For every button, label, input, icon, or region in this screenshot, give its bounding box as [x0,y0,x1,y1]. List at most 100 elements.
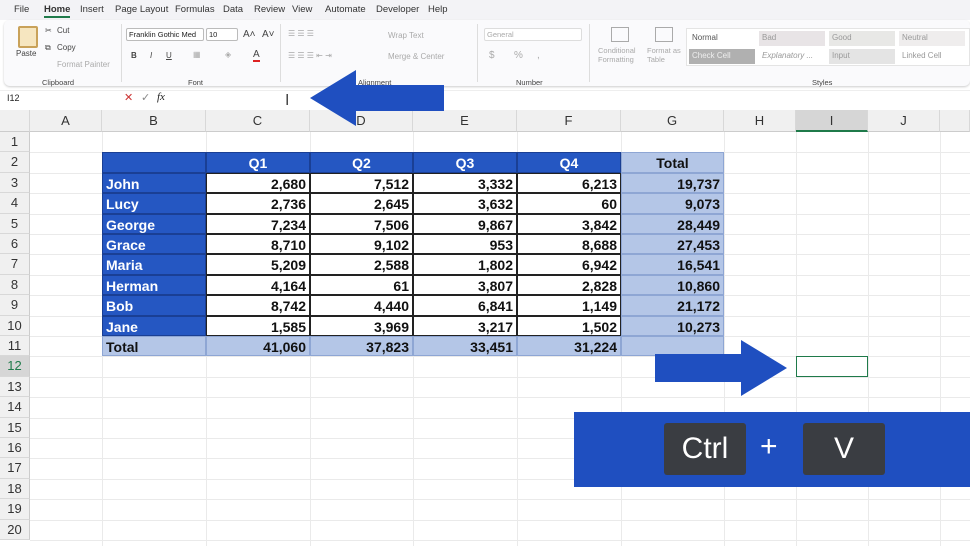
row-header-13[interactable]: 13 [0,376,30,398]
table-cell[interactable]: 8,710 [206,234,310,255]
table-cell[interactable]: 8,742 [206,295,310,316]
menu-developer[interactable]: Developer [376,4,419,15]
format-painter-button[interactable]: Format Painter [57,60,110,69]
align-top-icon[interactable]: ☰ ☰ ☰ [288,29,314,38]
merge-center-button[interactable]: Merge & Center [388,52,444,61]
column-header-J[interactable]: J [868,110,940,132]
font-name-select[interactable]: Franklin Gothic Med [126,28,204,41]
table-cell[interactable]: 10,273 [621,315,724,336]
style-linked-cell[interactable]: Linked Cell [899,49,965,64]
table-cell[interactable]: 9,073 [621,193,724,214]
font-size-select[interactable]: 10 [206,28,238,41]
row-name[interactable]: Lucy [102,193,206,214]
table-cell[interactable]: 3,632 [413,193,517,214]
table-cell[interactable]: 28,449 [621,213,724,234]
row-name[interactable]: George [102,213,206,234]
menu-review[interactable]: Review [254,4,285,15]
conditional-formatting-icon[interactable] [611,27,629,42]
style-check-cell[interactable]: Check Cell [689,49,755,64]
table-cell[interactable]: 21,172 [621,295,724,316]
row-header-8[interactable]: 8 [0,274,30,296]
menu-file[interactable]: File [14,4,29,15]
row-header-9[interactable]: 9 [0,295,30,316]
name-box[interactable]: I12 [4,92,108,106]
table-cell[interactable]: 3,332 [413,172,517,194]
table-cell[interactable]: 2,736 [206,193,310,214]
wrap-text-button[interactable]: Wrap Text [388,31,424,40]
style-neutral[interactable]: Neutral [899,31,965,46]
row-header-3[interactable]: 3 [0,172,30,194]
table-cell[interactable]: 10,860 [621,274,724,296]
enter-icon[interactable]: ✓ [141,91,150,104]
table-cell[interactable]: 2,588 [310,254,413,275]
insert-function-button[interactable]: fx [157,91,165,103]
table-cell[interactable]: 19,737 [621,172,724,194]
comma-button[interactable]: , [537,50,540,61]
table-cell[interactable]: 4,440 [310,295,413,316]
menu-home[interactable]: Home [44,4,71,18]
decrease-font-icon[interactable]: A˅ [262,29,275,40]
conditional-formatting-button[interactable]: Conditional Formatting [598,46,636,64]
table-cell[interactable]: 8,688 [517,234,621,255]
row-header-2[interactable]: 2 [0,152,30,173]
table-cell[interactable]: 7,506 [310,213,413,234]
formula-input[interactable] [174,91,970,107]
format-as-table-icon[interactable] [655,27,673,42]
table-cell[interactable]: 16,541 [621,254,724,275]
total-row-cell[interactable]: 31,224 [517,336,621,357]
currency-button[interactable]: $ [489,50,495,61]
copy-button[interactable]: Copy [57,43,76,52]
select-all-corner[interactable] [0,110,30,132]
column-header-B[interactable]: B [102,110,206,132]
style-explanatory[interactable]: Explanatory ... [759,49,825,64]
table-cell[interactable]: 1,585 [206,315,310,336]
table-cell[interactable]: 60 [517,193,621,214]
table-cell[interactable]: 61 [310,274,413,296]
percent-button[interactable]: % [514,50,523,61]
row-name[interactable]: Grace [102,234,206,255]
column-header-I[interactable]: I [796,110,868,132]
table-cell[interactable]: 1,502 [517,315,621,336]
row-name[interactable]: Maria [102,254,206,275]
table-cell[interactable]: 3,217 [413,315,517,336]
row-name[interactable]: Herman [102,274,206,296]
table-cell[interactable]: 27,453 [621,234,724,255]
row-header-16[interactable]: 16 [0,438,30,459]
fill-color-icon[interactable]: ◈ [225,50,231,59]
style-bad[interactable]: Bad [759,31,825,46]
table-cell[interactable]: 7,512 [310,172,413,194]
column-header-H[interactable]: H [724,110,796,132]
row-header-19[interactable]: 19 [0,499,30,520]
number-format-select[interactable]: General [484,28,582,41]
column-header-F[interactable]: F [517,110,621,132]
table-cell[interactable]: 9,867 [413,213,517,234]
column-header-C[interactable]: C [206,110,310,132]
menu-formulas[interactable]: Formulas [175,4,215,15]
style-normal[interactable]: Normal [689,31,755,46]
row-header-17[interactable]: 17 [0,458,30,479]
increase-font-icon[interactable]: A˄ [243,29,256,40]
total-row-cell[interactable]: 41,060 [206,336,310,357]
font-color-icon[interactable]: A [253,49,260,62]
table-cell[interactable]: 953 [413,234,517,255]
table-cell[interactable]: 1,149 [517,295,621,316]
table-cell[interactable]: 6,213 [517,172,621,194]
total-row-cell[interactable]: 37,823 [310,336,413,357]
selected-cell-I12[interactable] [796,356,868,377]
cut-button[interactable]: Cut [57,26,69,35]
paste-button[interactable]: Paste [16,49,36,58]
column-header-G[interactable]: G [621,110,724,132]
copy-icon[interactable]: ⧉ [45,43,51,53]
table-cell[interactable]: 7,234 [206,213,310,234]
cancel-icon[interactable]: ✕ [124,91,133,104]
column-header-A[interactable]: A [30,110,102,132]
table-cell[interactable]: 9,102 [310,234,413,255]
row-header-12[interactable]: 12 [0,356,30,377]
row-header-15[interactable]: 15 [0,417,30,438]
underline-button[interactable]: U [166,51,172,60]
style-good[interactable]: Good [829,31,895,46]
menu-insert[interactable]: Insert [80,4,104,15]
row-header-7[interactable]: 7 [0,254,30,275]
table-cell[interactable]: 3,969 [310,315,413,336]
row-name[interactable]: Bob [102,295,206,316]
